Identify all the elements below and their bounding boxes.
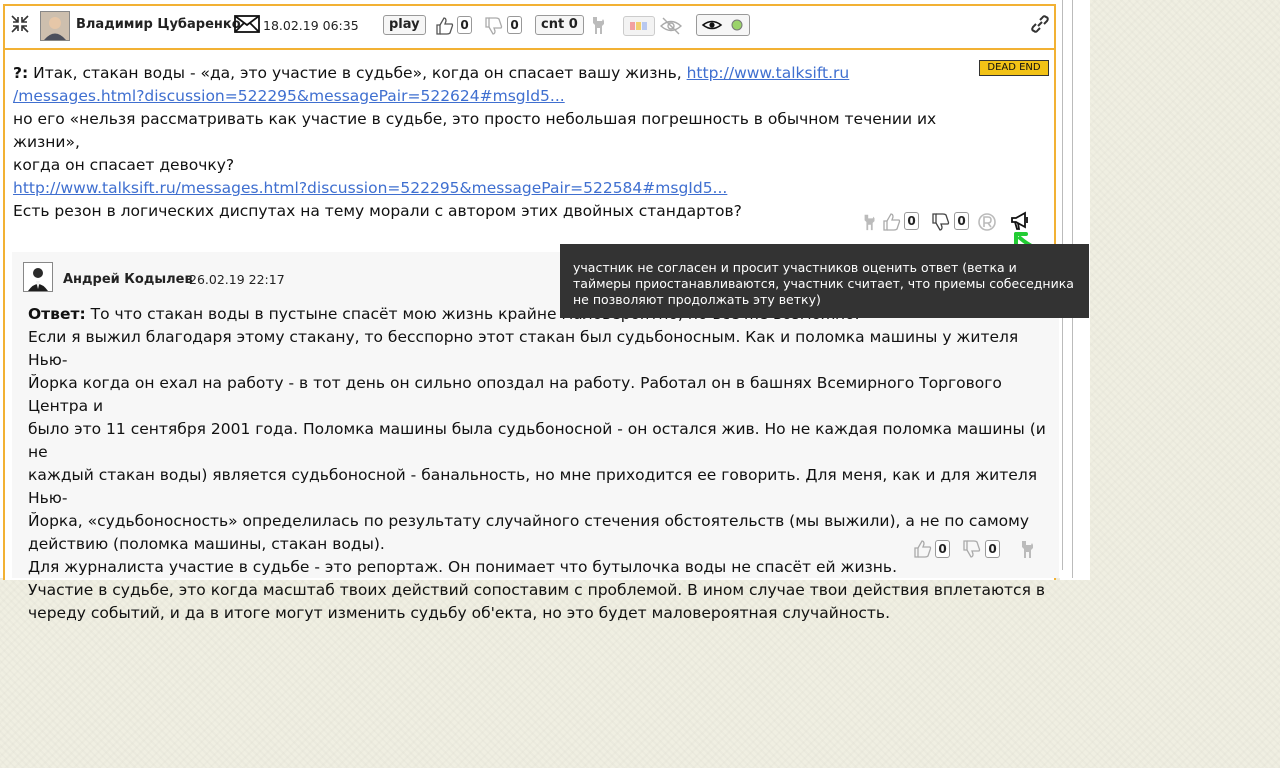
author-name[interactable]: Владимир Цубаренко: [76, 17, 241, 32]
like-count: 0: [457, 16, 472, 34]
post-text: ?: Итак, стакан воды - «да, это участие …: [13, 62, 973, 223]
dead-end-badge: DEAD END: [979, 60, 1049, 76]
post-line: Есть резон в логических диспутах на тему…: [13, 202, 742, 220]
reply-line: каждый стакан воды) является судьбоносно…: [28, 466, 1038, 507]
cnt-button[interactable]: cnt 0: [535, 15, 584, 35]
play-button[interactable]: play: [383, 15, 426, 35]
reply-line: действию (поломка машины, стакан воды).: [28, 535, 385, 553]
thumbs-up-icon[interactable]: [881, 211, 903, 233]
post-link[interactable]: http://www.talksift.ru/messages.html?dis…: [13, 179, 727, 197]
thumbs-up-icon[interactable]: [912, 538, 934, 560]
like-count: 0: [935, 540, 950, 558]
reply-date: 26.02.19 22:17: [189, 272, 285, 287]
registered-icon[interactable]: [977, 212, 997, 232]
thumbs-up-icon[interactable]: [434, 15, 456, 37]
permalink-icon[interactable]: [1029, 13, 1051, 35]
mail-icon[interactable]: [234, 14, 260, 34]
reply-line: Для журналиста участие в судьбе - это ре…: [28, 558, 897, 576]
dog-icon[interactable]: [588, 14, 610, 36]
collapse-icon[interactable]: [10, 14, 30, 34]
watch-toggle[interactable]: [696, 14, 750, 36]
thumbs-down-icon[interactable]: [483, 15, 505, 37]
reply-line: череду событий, и да в итоге могут измен…: [28, 604, 890, 622]
reply-author-name[interactable]: Андрей Кодылев: [63, 272, 193, 287]
like-count: 0: [904, 212, 919, 230]
post-line: но его «нельзя рассматривать как участие…: [13, 110, 937, 151]
post-line: Итак, стакан воды - «да, это участие в с…: [33, 64, 687, 82]
author-avatar[interactable]: [40, 11, 70, 41]
reply-line: Если я выжил благодаря этому стакану, то…: [28, 328, 1019, 369]
dog-icon[interactable]: [1017, 538, 1039, 560]
dislike-count: 0: [507, 16, 522, 34]
question-label: ?:: [13, 64, 29, 82]
answer-label: Ответ:: [28, 305, 86, 323]
color-rating-icon[interactable]: [623, 16, 655, 36]
hide-eye-icon[interactable]: [659, 15, 683, 37]
thumbs-down-icon[interactable]: [961, 538, 983, 560]
post-date: 18.02.19 06:35: [263, 18, 359, 33]
post-link[interactable]: /messages.html?discussion=522295&message…: [13, 87, 565, 105]
reply-line: Йорка когда он ехал на работу - в тот де…: [28, 374, 1002, 415]
post-link[interactable]: http://www.talksift.ru: [687, 64, 850, 82]
reply-author-avatar[interactable]: [23, 262, 53, 292]
reply-line: было это 11 сентября 2001 года. Поломка …: [28, 420, 1046, 461]
post-line: когда он спасает девочку?: [13, 156, 235, 174]
dislike-count: 0: [954, 212, 969, 230]
dog-icon[interactable]: [860, 211, 880, 233]
reply-line: Участие в судьбе, это когда масштаб твои…: [28, 581, 1045, 599]
reply-line: Йорка, «судьбоносность» определилась по …: [28, 512, 1029, 530]
megaphone-tooltip: участник не согласен и просит участников…: [560, 244, 1089, 318]
dislike-count: 0: [985, 540, 1000, 558]
thumbs-down-icon[interactable]: [930, 211, 952, 233]
reply-text: Ответ: То что стакан воды в пустыне спас…: [28, 303, 1048, 625]
